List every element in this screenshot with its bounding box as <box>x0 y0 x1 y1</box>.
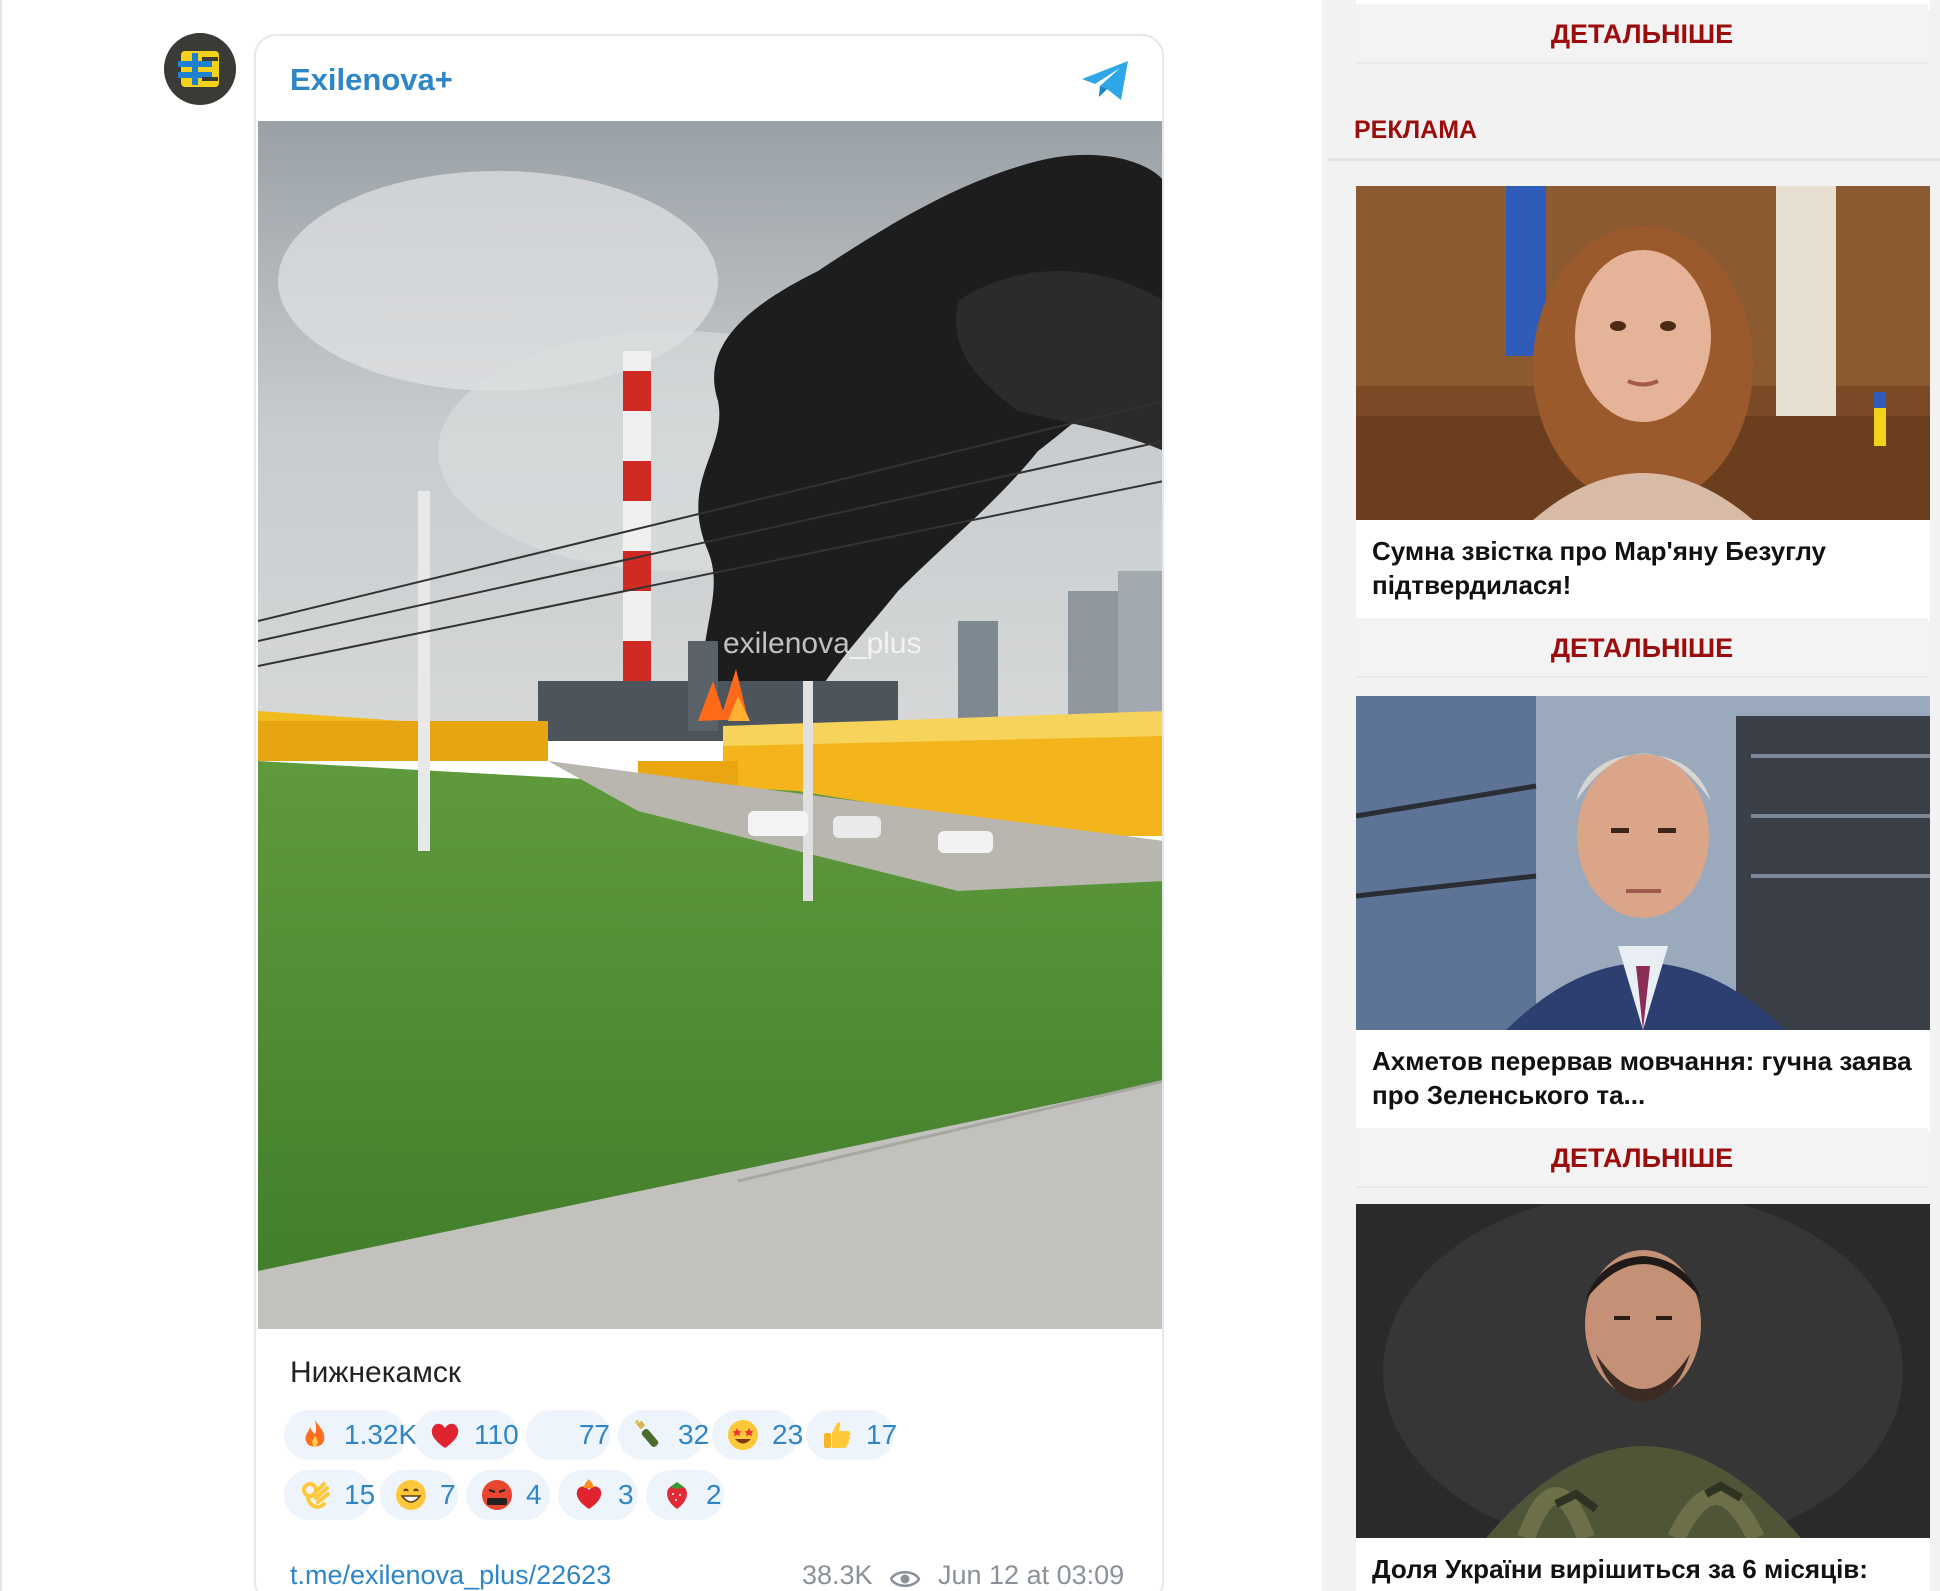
reaction-red-heart[interactable]: 110 <box>414 1410 519 1460</box>
blank-reaction-icon <box>540 1418 567 1452</box>
post-caption: Нижнекамск <box>290 1356 461 1389</box>
star-struck-icon <box>726 1418 760 1452</box>
channel-name[interactable]: Exilenova+ <box>290 62 453 98</box>
reaction-star-struck[interactable]: 23 <box>712 1410 803 1460</box>
ad-more-button[interactable]: ДЕТАЛЬНІШЕ <box>1356 1128 1928 1188</box>
reaction-thumbs-up[interactable]: 17 <box>806 1410 897 1460</box>
reaction-ok-hand[interactable]: 15 <box>284 1470 375 1520</box>
telegram-logo-icon[interactable] <box>1080 58 1132 104</box>
post-photo[interactable]: exilenova_plus <box>258 121 1162 1329</box>
ad-section-divider <box>1328 158 1940 161</box>
strawberry-icon <box>660 1478 694 1512</box>
reaction-blank[interactable]: 77 <box>526 1410 610 1460</box>
ok-hand-icon <box>298 1478 332 1512</box>
reaction-fire[interactable]: 1.32K <box>284 1410 417 1460</box>
heart-on-fire-icon <box>572 1478 606 1512</box>
ad-card[interactable]: Доля України вирішиться за 6 місяців: <box>1356 1204 1930 1591</box>
fire-icon <box>298 1418 332 1452</box>
grinning-face-icon <box>394 1478 428 1512</box>
champagne-icon <box>632 1418 666 1452</box>
photo-watermark: exilenova_plus <box>723 627 922 660</box>
reaction-grinning-face[interactable]: 7 <box>380 1470 458 1520</box>
ad-title[interactable]: Сумна звістка про Мар'яну Безуглу підтве… <box>1372 534 1912 602</box>
page: Exilenova+ exilenova_plus Нижнекамск 1.3… <box>0 0 1940 1591</box>
ad-image[interactable] <box>1356 1204 1930 1538</box>
ad-title[interactable]: Доля України вирішиться за 6 місяців: <box>1372 1552 1912 1586</box>
article-column: Exilenova+ exilenova_plus Нижнекамск 1.3… <box>0 0 1320 1591</box>
reaction-cursing-face[interactable]: 4 <box>466 1470 550 1520</box>
post-footer: t.me/exilenova_plus/22623 38.3K Jun 12 a… <box>290 1560 1136 1591</box>
ad-image[interactable] <box>1356 696 1930 1030</box>
ad-card[interactable]: Ахметов перервав мовчання: гучна заява п… <box>1356 696 1930 1132</box>
ad-more-button[interactable]: ДЕТАЛЬНІШЕ <box>1356 618 1928 678</box>
telegram-embed: Exilenova+ exilenova_plus Нижнекамск 1.3… <box>254 34 1164 1591</box>
more-button[interactable]: ДЕТАЛЬНІШЕ <box>1356 4 1928 64</box>
ad-title[interactable]: Ахметов перервав мовчання: гучна заява п… <box>1372 1044 1912 1112</box>
reaction-champagne[interactable]: 32 <box>618 1410 709 1460</box>
post-link[interactable]: t.me/exilenova_plus/22623 <box>290 1560 611 1591</box>
telegram-embed-header: Exilenova+ <box>256 36 1162 120</box>
red-heart-icon <box>428 1418 462 1452</box>
post-date[interactable]: Jun 12 at 03:09 <box>938 1560 1124 1591</box>
ad-section-label: РЕКЛАМА <box>1354 116 1478 144</box>
reaction-heart-on-fire[interactable]: 3 <box>558 1470 638 1520</box>
channel-avatar[interactable] <box>164 33 236 105</box>
ad-image[interactable] <box>1356 186 1930 520</box>
view-count: 38.3K <box>802 1560 873 1590</box>
sidebar: ДЕТАЛЬНІШЕ РЕКЛАМА Сумна звістка про Мар… <box>1322 0 1940 1591</box>
cursing-face-icon <box>480 1478 514 1512</box>
ad-card[interactable]: Сумна звістка про Мар'яну Безуглу підтве… <box>1356 186 1930 622</box>
eye-icon <box>889 1566 921 1588</box>
thumbs-up-icon <box>820 1418 854 1452</box>
reaction-strawberry[interactable]: 2 <box>646 1470 724 1520</box>
